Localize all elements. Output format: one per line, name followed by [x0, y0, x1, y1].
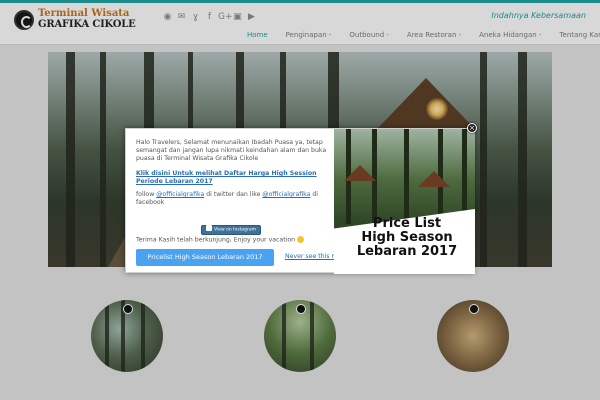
promo-banner-text: Price List High Season Lebaran 2017 — [342, 217, 472, 259]
instagram-label: View on Instagram — [213, 227, 257, 233]
gallery-thumb-2[interactable] — [264, 300, 336, 372]
logo-badge-icon — [123, 304, 133, 314]
banner-line-3: Lebaran 2017 — [356, 244, 458, 259]
thanks-text: Terima Kasih telah berkunjung, Enjoy you… — [136, 236, 296, 244]
popup-greeting: Halo Travelers, Selamat menunaikan Ibada… — [136, 139, 327, 162]
popup-thanks: Terima Kasih telah berkunjung, Enjoy you… — [136, 236, 305, 244]
logo-badge-icon — [469, 304, 479, 314]
promo-popup: Halo Travelers, Selamat menunaikan Ibada… — [125, 128, 475, 274]
follow-prefix: follow — [136, 191, 155, 198]
pricelist-button[interactable]: Pricelist High Season Lebaran 2017 — [136, 249, 274, 266]
banner-line-1: Price List — [372, 216, 442, 231]
logo-badge-icon — [296, 304, 306, 314]
high-session-link[interactable]: Klik disini Untuk melihat Daftar Harga H… — [136, 170, 331, 186]
follow-middle: di twitter dan like — [206, 191, 261, 198]
pricelist-promo-image[interactable]: Price List High Season Lebaran 2017 — [334, 129, 475, 274]
banner-line-2: High Season — [361, 230, 453, 245]
gallery-thumb-1[interactable] — [91, 300, 163, 372]
popup-follow-text: follow @officialgrafika di twitter dan l… — [136, 191, 331, 207]
gallery-thumb-3[interactable] — [437, 300, 509, 372]
twitter-link[interactable]: @officialgrafika — [156, 191, 204, 198]
facebook-link[interactable]: @officialgrafika — [262, 191, 310, 198]
close-popup-icon[interactable]: × — [467, 123, 477, 133]
view-on-instagram-button[interactable]: View on Instagram — [201, 225, 261, 235]
smiley-icon — [297, 236, 305, 243]
instagram-icon — [205, 225, 212, 231]
